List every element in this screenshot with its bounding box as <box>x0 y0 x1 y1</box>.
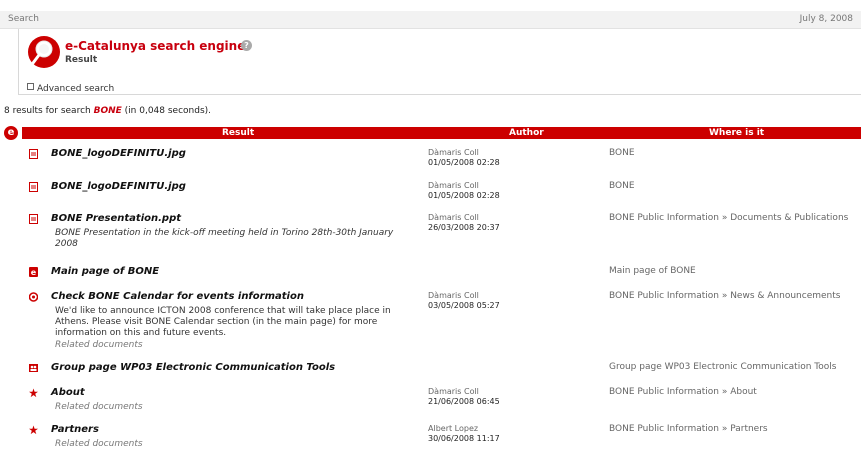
advanced-search-toggle[interactable]: Advanced search <box>27 83 114 94</box>
document-icon <box>29 149 38 159</box>
result-location[interactable]: BONE Public Information » Partners <box>609 424 768 434</box>
related-documents-link[interactable]: Related documents <box>55 340 143 350</box>
result-author: Dàmaris Coll <box>428 291 479 300</box>
results-table-header: Result Author Where is it <box>22 127 861 139</box>
result-date: 21/06/2008 06:45 <box>428 397 500 406</box>
result-title-link[interactable]: Partners <box>51 424 99 435</box>
result-date: 30/06/2008 11:17 <box>428 434 500 443</box>
result-location[interactable]: BONE Public Information » About <box>609 387 757 397</box>
result-date: 01/05/2008 02:28 <box>428 158 500 167</box>
result-location[interactable]: BONE Public Information » Documents & Pu… <box>609 213 848 223</box>
result-author: Dàmaris Coll <box>428 148 479 157</box>
related-documents-link[interactable]: Related documents <box>55 439 143 449</box>
search-header: e-Catalunya search engine ? Result Advan… <box>18 29 861 95</box>
group-icon <box>29 364 38 372</box>
e-catalunya-badge-icon: e <box>4 126 18 140</box>
announcement-icon <box>29 292 38 302</box>
result-date: 01/05/2008 02:28 <box>428 191 500 200</box>
document-icon <box>29 214 38 224</box>
star-icon <box>29 425 38 435</box>
expand-icon <box>27 83 34 90</box>
svg-text:e: e <box>31 268 37 277</box>
star-icon <box>29 388 38 398</box>
help-icon[interactable]: ? <box>241 40 252 51</box>
summary-prefix: 8 results for search <box>4 106 94 116</box>
document-icon <box>29 182 38 192</box>
result-description: BONE Presentation in the kick-off meetin… <box>55 228 394 249</box>
result-location[interactable]: Group page WP03 Electronic Communication… <box>609 362 836 372</box>
result-location[interactable]: Main page of BONE <box>609 266 696 276</box>
related-documents-link[interactable]: Related documents <box>55 402 143 412</box>
page-title: e-Catalunya search engine <box>65 39 246 53</box>
result-date: 26/03/2008 20:37 <box>428 223 500 232</box>
result-title-link[interactable]: BONE Presentation.ppt <box>51 213 181 224</box>
result-date: 03/05/2008 05:27 <box>428 301 500 310</box>
result-author: Dàmaris Coll <box>428 213 479 222</box>
result-title-link[interactable]: Main page of BONE <box>51 266 159 277</box>
result-author: Dàmaris Coll <box>428 181 479 190</box>
summary-suffix: (in 0,048 seconds). <box>121 106 212 116</box>
breadcrumb[interactable]: Search <box>8 14 39 24</box>
result-location[interactable]: BONE <box>609 148 635 158</box>
result-title-link[interactable]: BONE_logoDEFINITU.jpg <box>51 148 186 159</box>
e-page-icon: e <box>29 267 38 277</box>
result-description: We'd like to announce ICTON 2008 confere… <box>55 306 391 338</box>
result-author: Albert Lopez <box>428 424 479 433</box>
advanced-search-label: Advanced search <box>37 84 115 94</box>
column-header-result: Result <box>222 128 255 138</box>
result-author: Dàmaris Coll <box>428 387 479 396</box>
search-query: BONE <box>93 106 122 116</box>
result-location[interactable]: BONE Public Information » News & Announc… <box>609 291 840 301</box>
page-subtitle: Result <box>65 55 98 65</box>
result-title-link[interactable]: Check BONE Calendar for events informati… <box>51 291 304 302</box>
result-title-link[interactable]: About <box>51 387 85 398</box>
top-bar: Search July 8, 2008 <box>0 11 861 29</box>
result-location[interactable]: BONE <box>609 181 635 191</box>
current-date: July 8, 2008 <box>799 14 853 24</box>
result-title-link[interactable]: Group page WP03 Electronic Communication… <box>51 362 335 373</box>
search-engine-logo-icon <box>28 36 60 68</box>
column-header-author: Author <box>509 128 544 138</box>
column-header-where: Where is it <box>709 128 765 138</box>
result-title-link[interactable]: BONE_logoDEFINITU.jpg <box>51 181 186 192</box>
results-summary: 8 results for search BONE (in 0,048 seco… <box>4 106 211 116</box>
